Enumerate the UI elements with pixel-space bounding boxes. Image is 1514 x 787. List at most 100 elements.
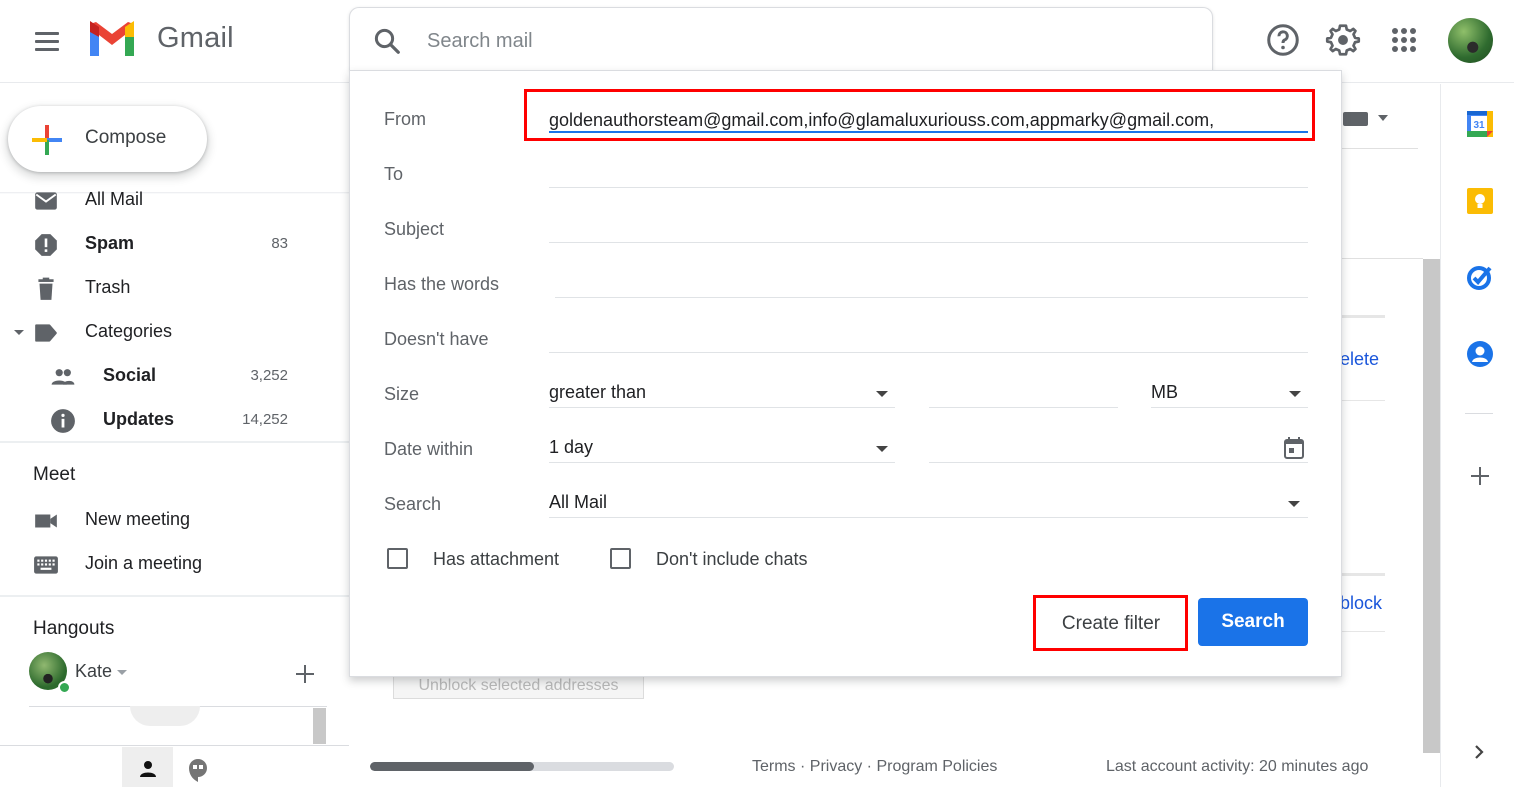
subject-input[interactable] [549,214,1308,242]
divider [1340,258,1423,259]
size-label: Size [384,384,420,404]
sidebar-item-label: All Mail [85,189,144,209]
new-conversation-plus-icon[interactable] [294,663,316,685]
to-label: To [384,164,404,184]
person-icon [140,761,156,777]
mail-icon [35,192,57,210]
calendar-day: 31 [1473,120,1485,131]
last-account-activity[interactable]: Last account activity: 20 minutes ago [1106,758,1368,776]
compose-button[interactable]: Compose [8,106,207,172]
meet-section-title: Meet [33,464,76,485]
hangouts-scrollbar[interactable] [313,708,326,744]
date-within-value: 1 day [549,437,594,457]
divider [0,595,349,597]
divider [1465,413,1493,414]
expand-panel-icon[interactable] [1471,743,1487,761]
size-value-input[interactable] [929,379,1117,407]
sidebar-item-categories[interactable]: Categories [0,312,330,352]
divider [1340,315,1385,318]
sidebar-item-social[interactable]: Social 3,252 [0,356,330,396]
sidebar-item-all-mail[interactable]: All Mail [0,180,330,220]
dropdown-caret-icon [1289,391,1301,397]
dont-include-chats-checkbox[interactable] [610,548,631,569]
size-operator-value: greater than [549,382,647,402]
input-tools-keyboard-icon[interactable] [1343,112,1368,126]
join-meeting-item[interactable]: Join a meeting [0,544,330,584]
search-scope-label: Search [384,494,442,514]
subject-input-underline [549,242,1308,243]
search-scope-value: All Mail [549,492,608,512]
add-addon-icon[interactable] [1469,465,1491,487]
size-unit-select[interactable]: MB [1151,376,1308,408]
size-value-underline [929,407,1118,408]
compose-label: Compose [85,127,167,148]
date-input[interactable] [929,434,1269,462]
dont-include-chats-label: Don't include chats [656,549,808,569]
unread-count: 3,252 [250,367,288,384]
to-input-underline [549,187,1308,188]
sidebar-item-updates[interactable]: Updates 14,252 [0,400,330,440]
keep-icon[interactable] [1466,187,1494,215]
size-operator-underline [549,407,895,408]
sidebar-item-label: Social [103,365,157,385]
account-avatar[interactable] [1448,18,1493,63]
input-tools-dropdown-icon[interactable] [1378,115,1388,121]
dropdown-caret-icon [876,391,888,397]
date-within-select[interactable]: 1 day [549,431,895,463]
search-icon[interactable] [372,26,402,56]
sidebar-item-spam[interactable]: Spam 83 [0,224,330,264]
calendar-picker-icon[interactable] [1283,436,1305,460]
create-filter-button[interactable]: Create filter [1036,599,1186,649]
sidebar-item-label: Categories [85,321,173,341]
spam-icon [35,234,57,256]
status-dropdown-icon[interactable] [117,670,127,675]
trash-icon [38,277,54,300]
main-scrollbar[interactable] [1423,259,1440,753]
from-input[interactable] [549,106,1309,134]
expand-caret-icon[interactable] [14,330,24,335]
unread-count: 14,252 [242,411,288,428]
calendar-icon[interactable]: 31 [1466,110,1494,138]
search-input[interactable] [427,24,1187,58]
join-meeting-label: Join a meeting [85,553,203,573]
contacts-icon[interactable] [1466,340,1494,368]
doesnt-have-input[interactable] [549,324,1308,352]
date-within-label: Date within [384,439,474,459]
hangouts-section-title: Hangouts [33,618,115,639]
search-options-dialog: From To Subject Has the words Doesn't ha… [349,70,1342,677]
app-name: Gmail [157,22,234,54]
new-meeting-item[interactable]: New meeting [0,500,330,540]
size-operator-select[interactable]: greater than [549,376,895,408]
size-unit-value: MB [1151,382,1178,402]
divider [1340,573,1385,576]
video-camera-icon [35,514,57,528]
settings-icon[interactable] [1325,22,1361,58]
from-input-underline [549,131,1308,133]
sidebar-item-label: Spam [85,233,135,253]
apps-grid-icon[interactable] [1386,22,1422,58]
storage-usage-bar [370,762,674,771]
dropdown-caret-icon [876,446,888,452]
search-scope-underline [549,517,1308,518]
tasks-icon[interactable] [1466,263,1494,291]
delete-link[interactable]: elete [1340,349,1379,370]
hangouts-user-name[interactable]: Kate [75,661,112,682]
divider [0,745,349,746]
sidebar-item-trash[interactable]: Trash [0,268,330,308]
divider [0,441,349,443]
to-input[interactable] [549,159,1308,187]
has-words-input-underline [555,297,1308,298]
main-menu-button[interactable] [22,22,70,62]
search-button[interactable]: Search [1198,598,1308,646]
has-words-input[interactable] [555,269,1308,297]
new-meeting-label: New meeting [85,509,191,529]
hangouts-chat-icon[interactable] [186,757,210,783]
footer-links[interactable]: Terms · Privacy · Program Policies [752,758,997,776]
help-icon[interactable] [1265,22,1301,58]
keyboard-icon [34,556,58,574]
dropdown-caret-icon [1288,501,1300,507]
contacts-tab[interactable] [122,747,173,787]
search-scope-select[interactable]: All Mail [549,486,1308,518]
has-attachment-checkbox[interactable] [387,548,408,569]
unblock-link[interactable]: block [1340,593,1382,614]
